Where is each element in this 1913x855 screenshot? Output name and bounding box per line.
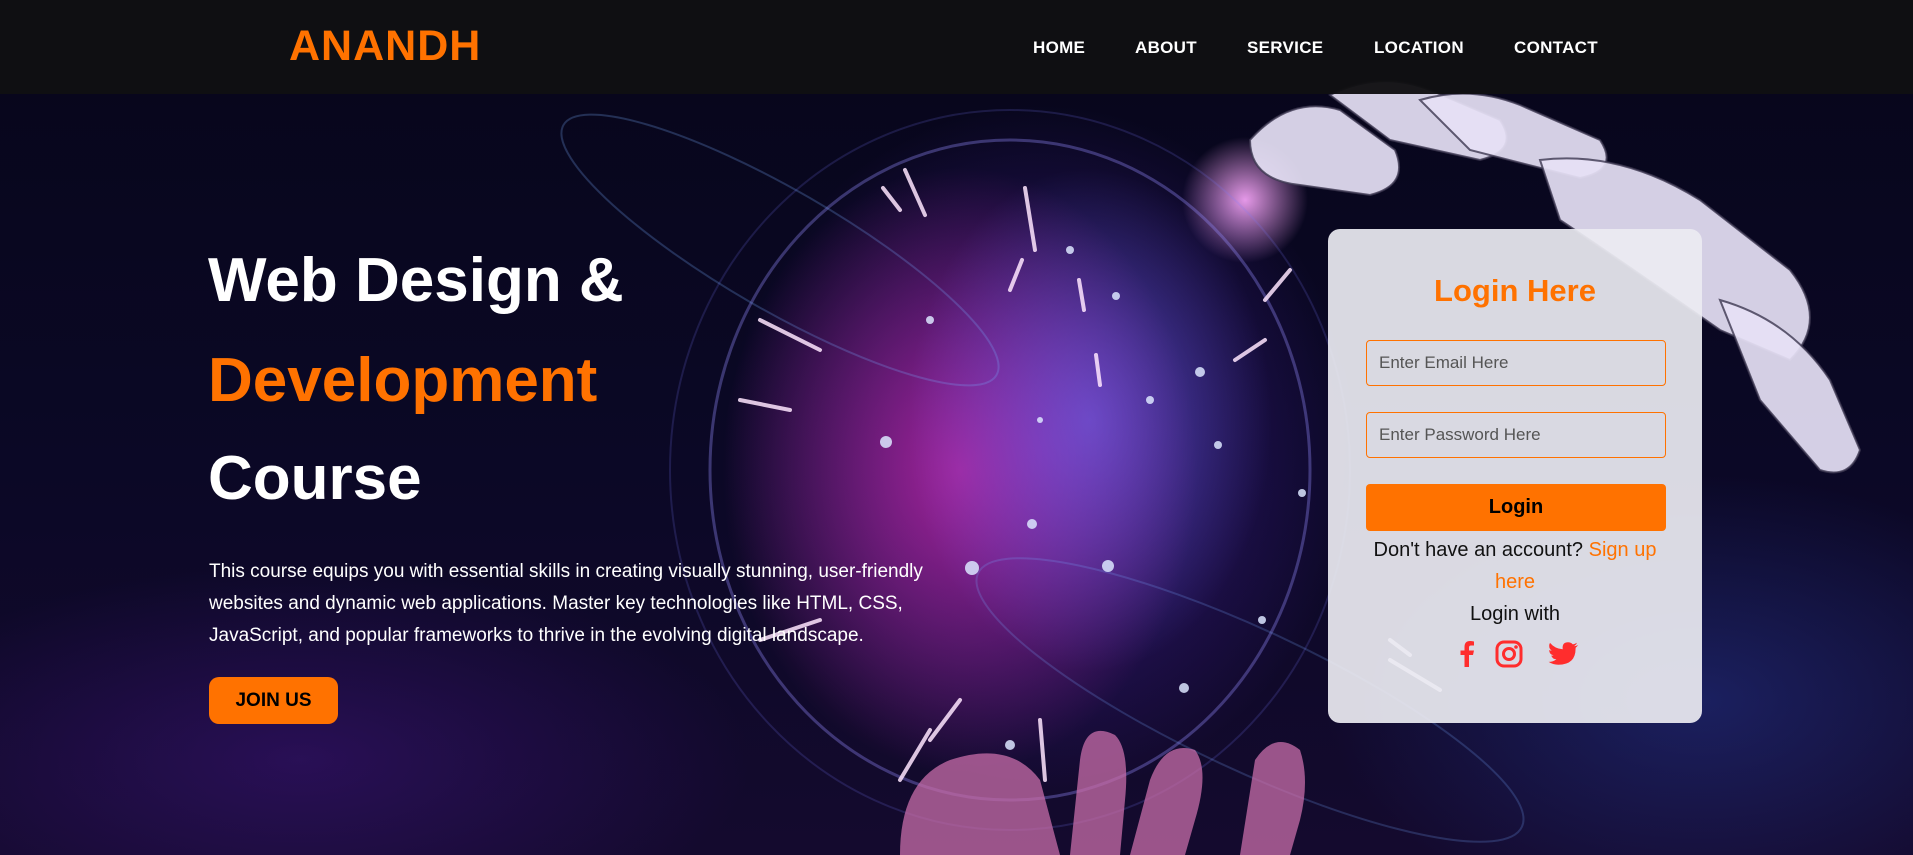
nav-item-contact[interactable]: CONTACT [1514, 38, 1598, 58]
hero-title-line1: Web Design & [208, 246, 624, 315]
nav-item-service[interactable]: SERVICE [1247, 38, 1323, 58]
signup-prompt: Don't have an account? Sign up here [1358, 534, 1672, 598]
login-button[interactable]: Login [1366, 484, 1666, 531]
no-account-text: Don't have an account? [1373, 539, 1584, 561]
hero-title-line2: Development [208, 346, 598, 415]
nav-item-home[interactable]: HOME [1033, 38, 1085, 58]
login-with-label: Login with [1469, 603, 1561, 625]
instagram-icon[interactable] [1492, 637, 1526, 671]
facebook-icon[interactable] [1450, 637, 1484, 671]
nav-menu: HOME ABOUT SERVICE LOCATION CONTACT [0, 38, 1913, 62]
login-card: Login Here Login Don't have an account? … [1328, 229, 1702, 723]
hero-description: This course equips you with essential sk… [209, 561, 923, 646]
twitter-icon[interactable] [1547, 637, 1581, 671]
navbar: ANANDH HOME ABOUT SERVICE LOCATION CONTA… [0, 0, 1913, 94]
login-title: Login Here [1434, 273, 1596, 308]
password-field[interactable] [1366, 412, 1666, 458]
hero-title-line3: Course [208, 444, 422, 513]
email-field[interactable] [1366, 340, 1666, 386]
nav-item-about[interactable]: ABOUT [1135, 38, 1197, 58]
nav-item-location[interactable]: LOCATION [1374, 38, 1464, 58]
join-us-button[interactable]: JOIN US [209, 677, 338, 724]
